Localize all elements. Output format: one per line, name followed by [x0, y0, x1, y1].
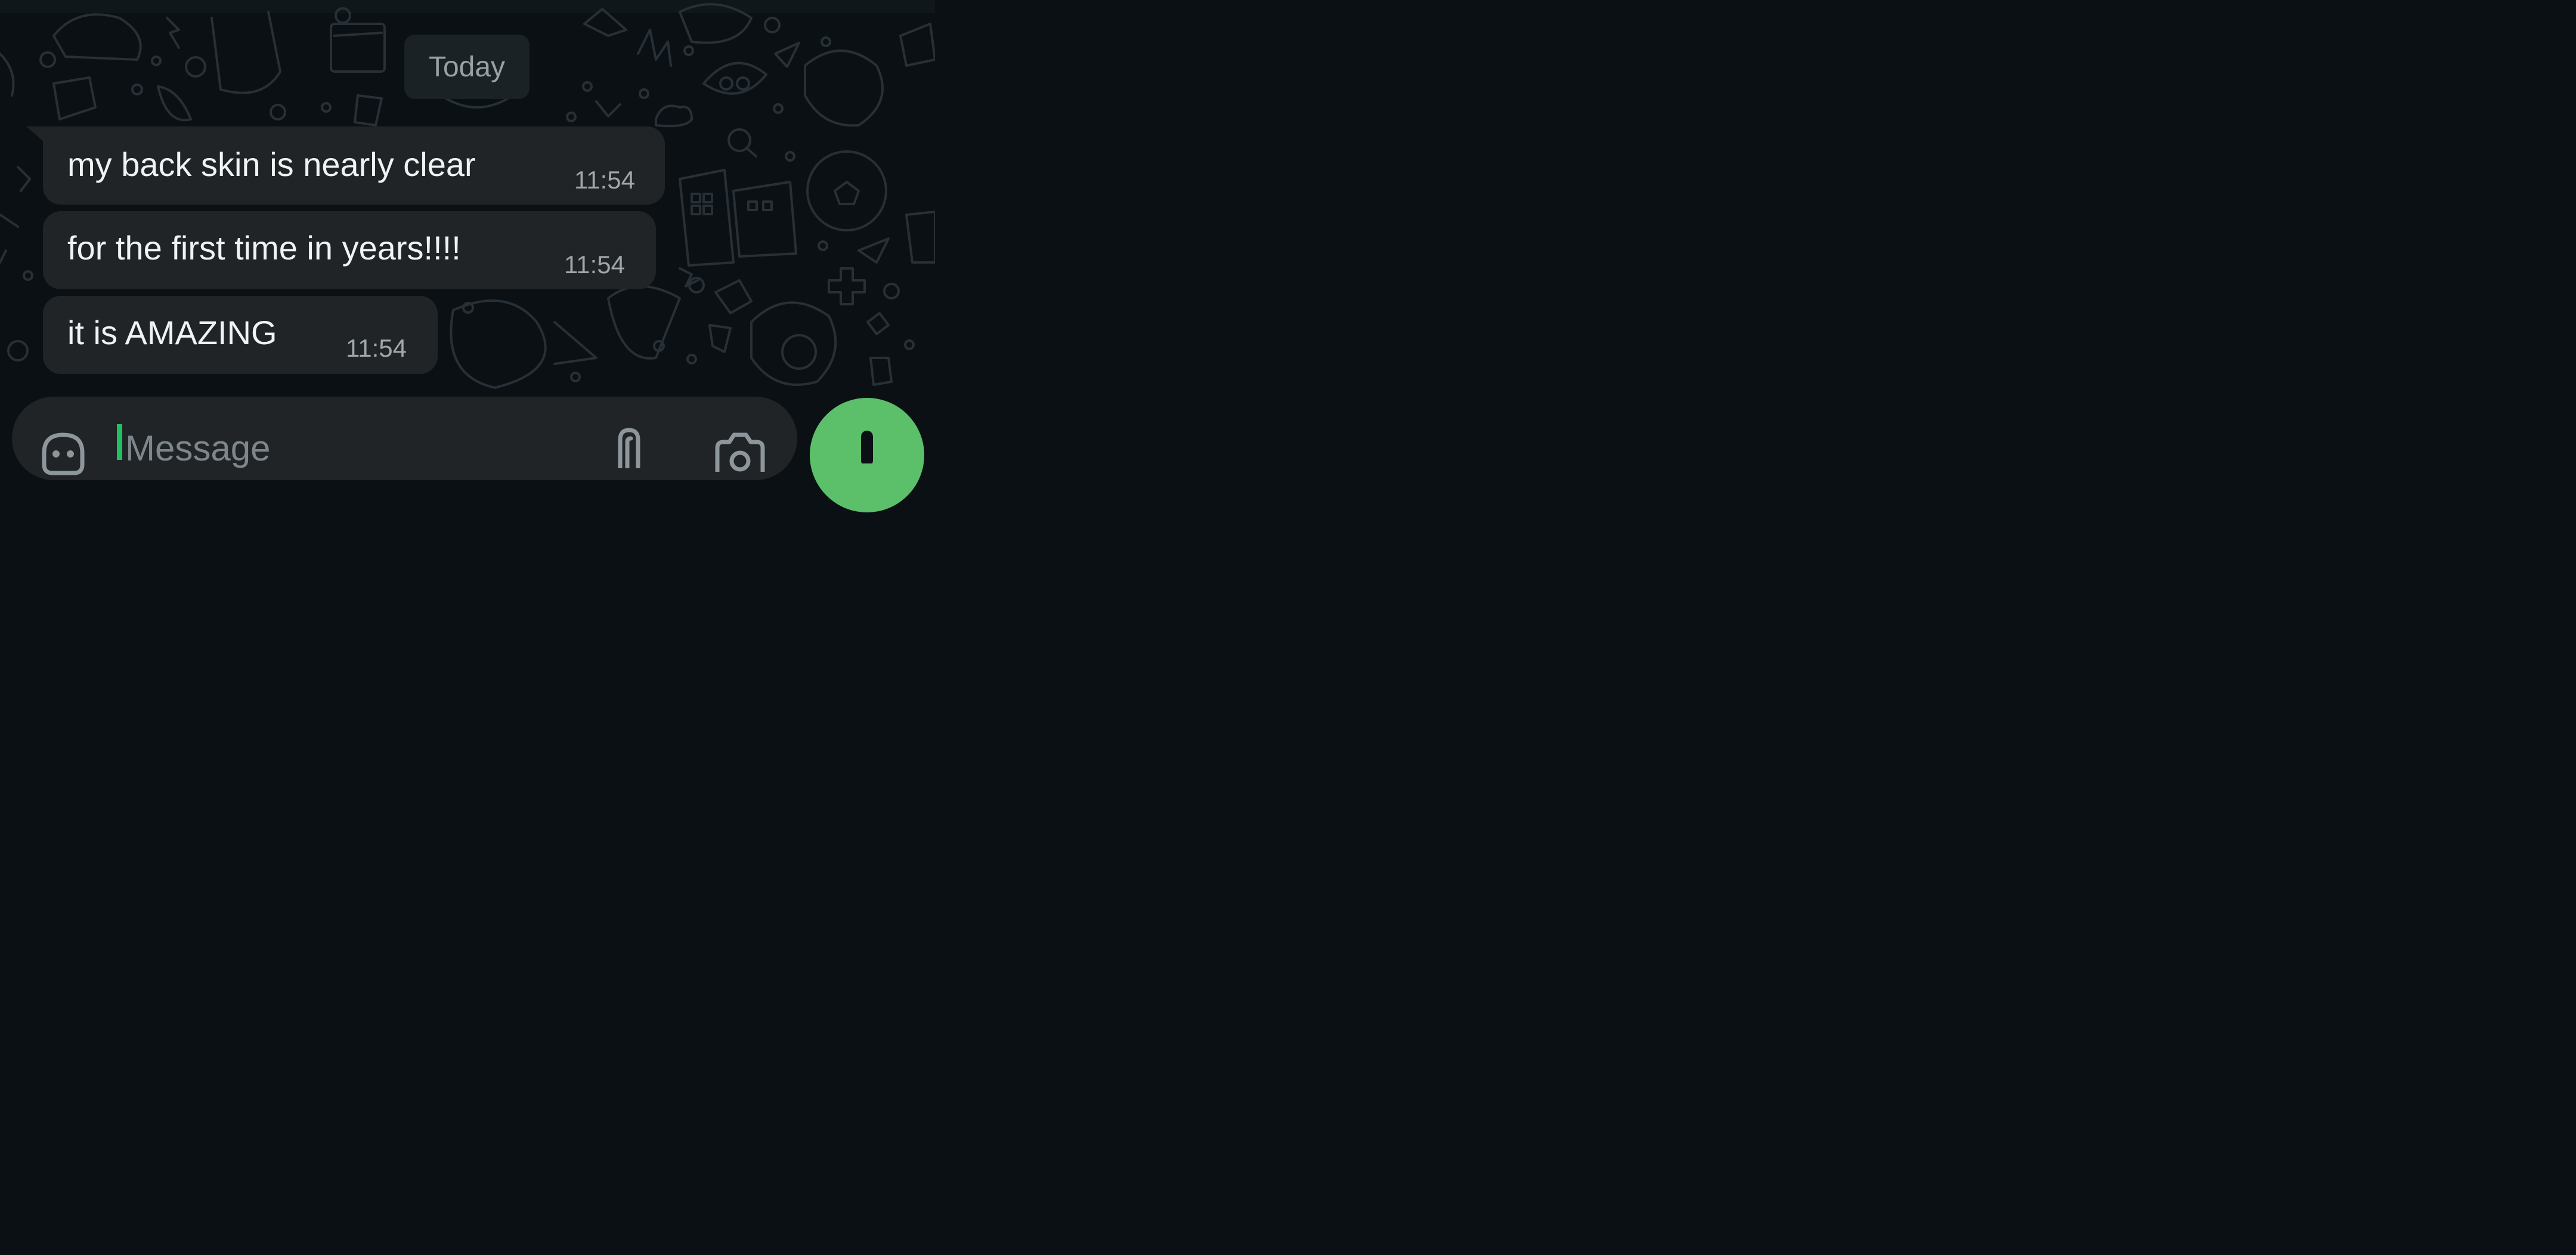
- paperclip-icon[interactable]: [608, 426, 650, 471]
- message-timestamp: 11:54: [574, 166, 635, 194]
- top-bar-edge: [0, 0, 935, 13]
- date-separator-chip: Today: [404, 35, 530, 99]
- message-composer: [12, 397, 797, 480]
- message-bubble[interactable]: it is AMAZING 11:54: [43, 296, 438, 374]
- message-text: it is AMAZING: [67, 314, 277, 351]
- microphone-button[interactable]: [810, 398, 924, 512]
- message-text: my back skin is nearly clear: [67, 146, 476, 183]
- bubble-tail: [26, 126, 44, 142]
- date-separator-label: Today: [428, 51, 506, 83]
- message-bubble[interactable]: my back skin is nearly clear 11:54: [43, 126, 665, 205]
- message-timestamp: 11:54: [346, 334, 407, 362]
- message-text: for the first time in years!!!!: [67, 229, 461, 267]
- camera-icon[interactable]: [713, 430, 766, 472]
- message-input[interactable]: [120, 424, 543, 472]
- message-bubble[interactable]: for the first time in years!!!! 11:54: [43, 211, 656, 289]
- sticker-icon[interactable]: [38, 429, 88, 479]
- microphone-icon: [861, 431, 873, 463]
- message-timestamp: 11:54: [564, 251, 625, 279]
